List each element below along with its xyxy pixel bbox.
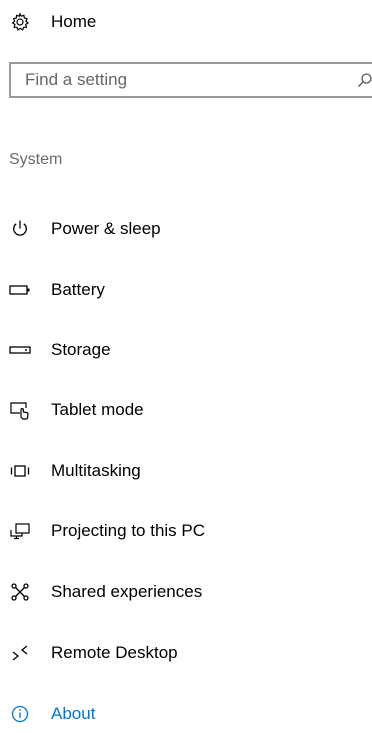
home-nav-item[interactable]: Home (0, 2, 372, 42)
nav-item-label: Remote Desktop (51, 643, 178, 662)
nav-item-label: Tablet mode (51, 400, 144, 419)
shared-experiences-icon (9, 581, 31, 603)
multitasking-icon (9, 460, 31, 482)
nav-item-label: Storage (51, 340, 111, 359)
gear-icon (9, 11, 31, 33)
nav-item-battery[interactable]: Battery (0, 270, 372, 310)
section-title-system: System (9, 151, 63, 168)
tablet-mode-icon (9, 399, 31, 421)
remote-desktop-icon (9, 642, 31, 664)
projecting-icon (9, 520, 31, 542)
nav-item-multitasking[interactable]: Multitasking (0, 451, 372, 491)
nav-item-power-sleep[interactable]: Power & sleep (0, 209, 372, 249)
power-icon (9, 218, 31, 240)
nav-item-shared-experiences[interactable]: Shared experiences (0, 572, 372, 612)
nav-item-label: About (51, 704, 96, 723)
info-icon (9, 703, 31, 725)
nav-item-about[interactable]: About (0, 694, 372, 733)
home-label: Home (51, 12, 97, 31)
nav-item-remote-desktop[interactable]: Remote Desktop (0, 633, 372, 673)
nav-item-projecting[interactable]: Projecting to this PC (0, 511, 372, 551)
nav-item-label: Shared experiences (51, 582, 203, 601)
storage-icon (9, 339, 31, 361)
nav-item-label: Battery (51, 280, 105, 299)
search-input[interactable] (11, 64, 341, 96)
nav-item-label: Projecting to this PC (51, 521, 206, 540)
nav-item-tablet-mode[interactable]: Tablet mode (0, 390, 372, 430)
search-box[interactable] (9, 62, 372, 98)
battery-icon (9, 279, 31, 301)
nav-item-storage[interactable]: Storage (0, 330, 372, 370)
nav-item-label: Power & sleep (51, 219, 161, 238)
search-icon[interactable] (357, 72, 372, 88)
nav-item-label: Multitasking (51, 461, 141, 480)
